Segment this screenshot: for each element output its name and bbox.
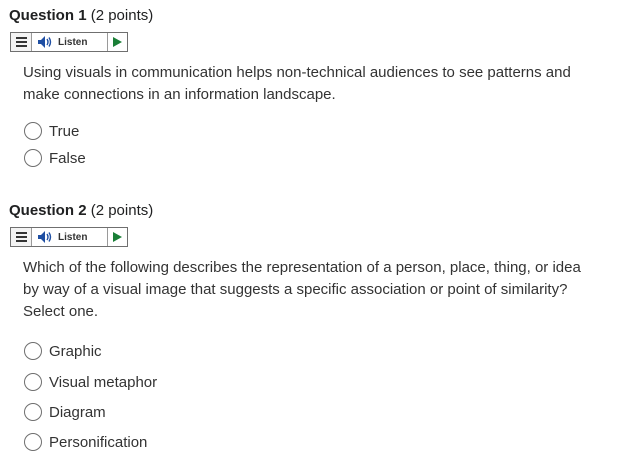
listen-label: Listen [58,36,88,48]
question-points: (2 points) [90,202,154,219]
answer-option[interactable]: Personification [24,431,147,453]
question-points: (2 points) [90,7,154,24]
prompt-line: by way of a visual image that suggests a… [23,281,568,298]
question-header: Question 1 (2 points) [9,6,153,26]
listen-toolbar: Listen [10,227,128,247]
option-label: Personification [49,433,148,451]
question-number: 2 [78,202,87,219]
listen-label: Listen [58,231,88,243]
answer-option[interactable]: True [24,120,79,142]
speaker-icon [38,231,54,243]
menu-button[interactable] [11,228,32,246]
answer-option[interactable]: Visual metaphor [24,371,157,393]
radio-button[interactable] [24,122,42,140]
radio-button[interactable] [24,342,42,360]
option-label: False [49,149,86,167]
option-label: Diagram [49,403,106,421]
question-title: Question [9,202,75,219]
radio-button[interactable] [24,149,42,167]
question-prompt: Which of the following describes the rep… [23,257,603,323]
play-button[interactable] [108,33,127,51]
option-label: Visual metaphor [49,373,158,391]
listen-button[interactable]: Listen [32,33,108,51]
question-prompt: Using visuals in communication helps non… [23,62,603,106]
radio-button[interactable] [24,433,42,451]
answer-option[interactable]: Diagram [24,401,106,423]
answer-option[interactable]: False [24,147,86,169]
option-label: Graphic [49,342,102,360]
menu-button[interactable] [11,33,32,51]
play-icon [113,232,122,242]
question-number: 1 [78,7,87,24]
menu-icon [15,232,27,242]
speaker-icon [38,36,54,48]
option-label: True [49,122,80,140]
question-header: Question 2 (2 points) [9,201,153,221]
menu-icon [15,37,27,47]
radio-button[interactable] [24,403,42,421]
prompt-line: Using visuals in communication helps non… [23,64,571,81]
question-title: Question [9,7,75,24]
prompt-line: make connections in an information lands… [23,86,336,103]
radio-button[interactable] [24,373,42,391]
play-button[interactable] [108,228,127,246]
answer-option[interactable]: Graphic [24,340,102,362]
prompt-line: Select one. [23,303,99,320]
listen-button[interactable]: Listen [32,228,108,246]
prompt-line: Which of the following describes the rep… [23,259,581,276]
play-icon [113,37,122,47]
listen-toolbar: Listen [10,32,128,52]
